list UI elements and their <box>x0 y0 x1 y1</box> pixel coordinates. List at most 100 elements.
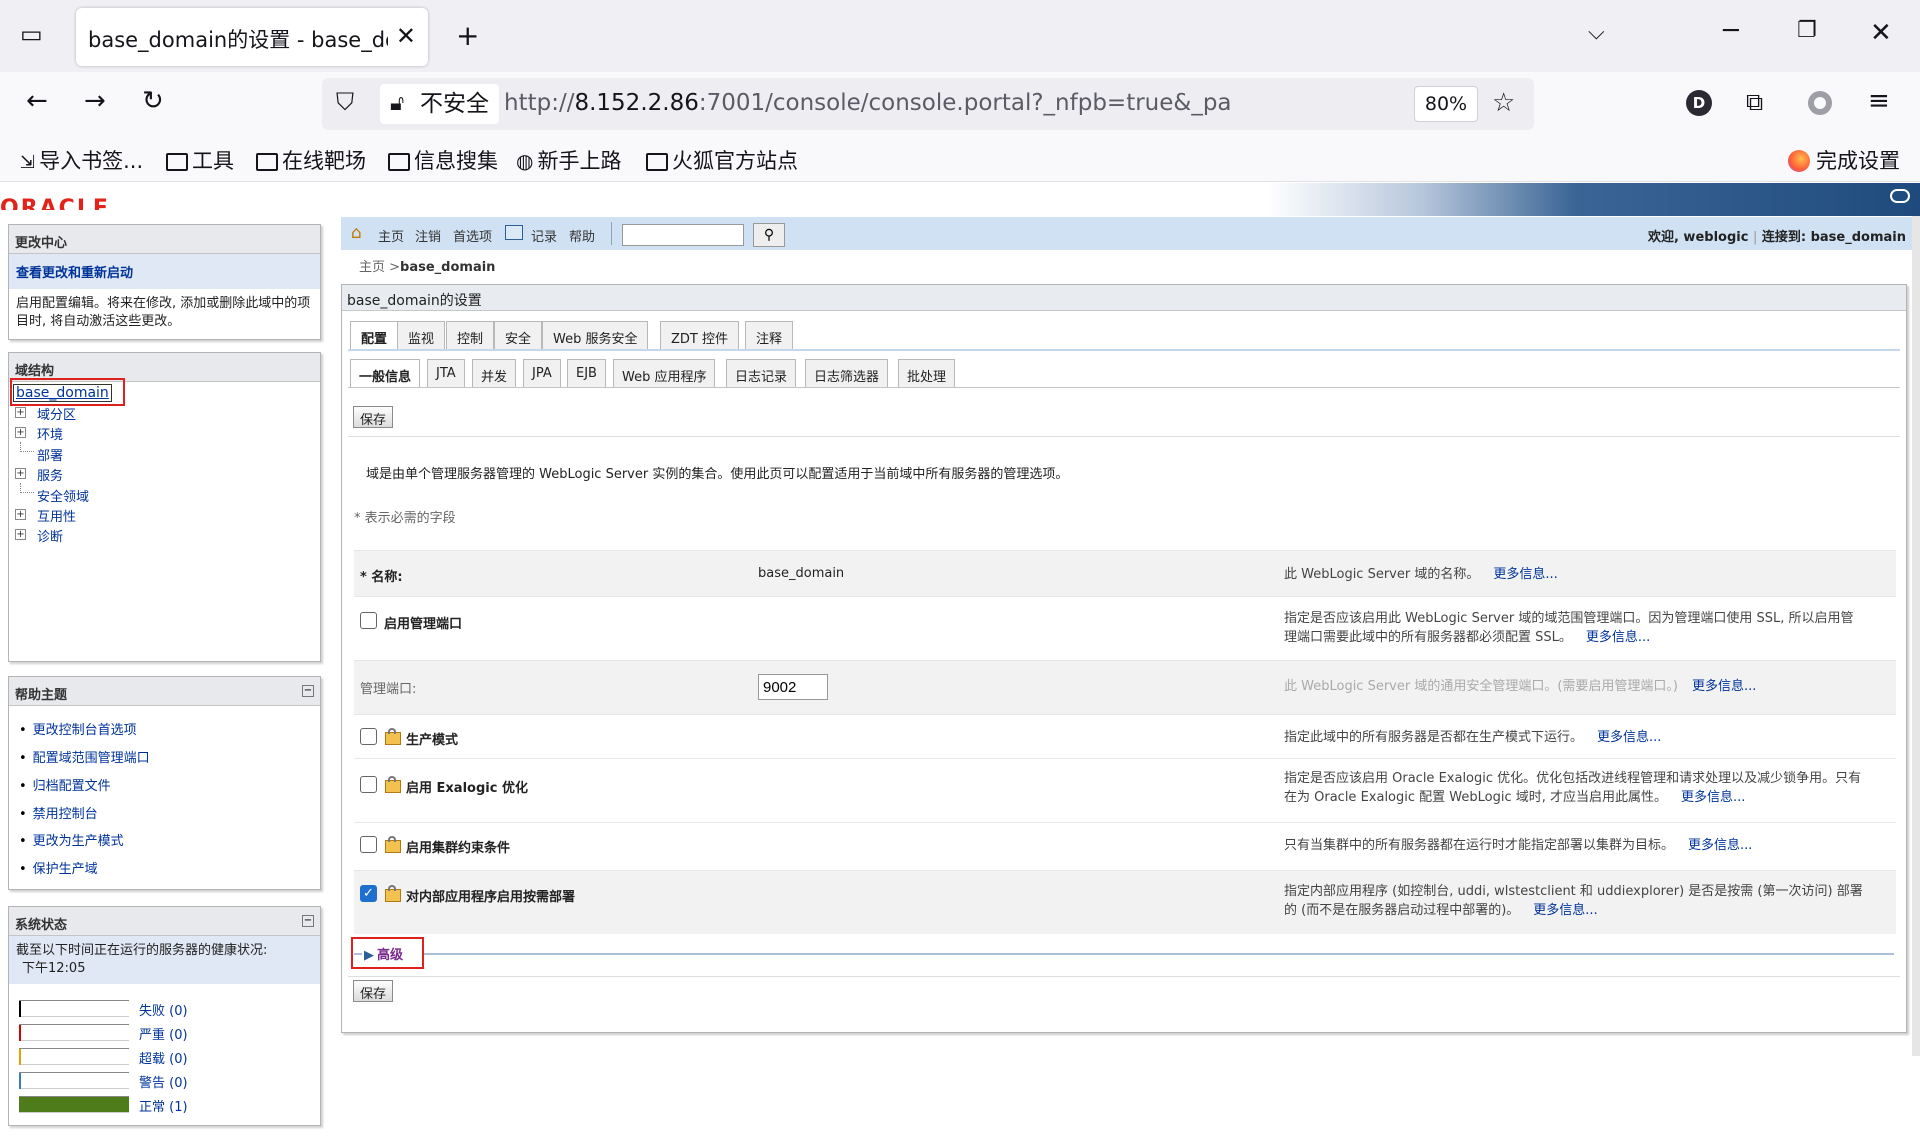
url-bar[interactable]: ⛉ 🔓︎ 不安全 http://8.152.2.86:7001/console/… <box>322 78 1534 130</box>
tree-item-interoperability[interactable]: 互用性 <box>37 506 76 525</box>
more-info-link[interactable]: 更多信息... <box>1692 679 1756 694</box>
close-window-icon[interactable]: ✕ <box>1870 20 1892 46</box>
account-icon[interactable] <box>1808 91 1832 115</box>
tab-zdt-control[interactable]: ZDT 控件 <box>660 321 739 349</box>
toolbar-preferences[interactable]: 首选项 <box>453 226 492 245</box>
tree-item-environment[interactable]: 环境 <box>37 424 63 443</box>
toolbar-record[interactable]: 记录 <box>531 226 557 245</box>
subtab-web-applications[interactable]: Web 应用程序 <box>613 359 716 387</box>
admin-port-input[interactable] <box>758 674 828 700</box>
save-button-bottom[interactable]: 保存 <box>353 980 394 1002</box>
tree-item-security-realms[interactable]: 安全领域 <box>37 486 89 505</box>
admin-port-enabled-checkbox[interactable] <box>360 612 377 629</box>
profile-avatar[interactable]: D <box>1686 90 1712 116</box>
save-button-top[interactable]: 保存 <box>353 406 394 428</box>
row-admin-port-enabled: 启用管理端口 指定是否应该启用此 WebLogic Server 域的域范围管理… <box>354 596 1896 660</box>
toolbar-help[interactable]: 帮助 <box>569 226 595 245</box>
subtab-batch[interactable]: 批处理 <box>898 359 956 387</box>
health-label-overloaded[interactable]: 超载 (0) <box>139 1048 188 1067</box>
url-text[interactable]: http://8.152.2.86:7001/console/console.p… <box>504 90 1232 116</box>
restore-icon[interactable]: ❐ <box>1797 20 1817 42</box>
forward-icon[interactable]: → <box>84 88 106 114</box>
app-menu-icon[interactable]: ≡ <box>1868 88 1890 114</box>
reload-icon[interactable]: ↻ <box>142 88 164 114</box>
minimize-icon[interactable]: ─ <box>1723 18 1739 44</box>
subtab-logging[interactable]: 日志记录 <box>726 359 797 387</box>
subtab-jpa[interactable]: JPA <box>523 359 561 387</box>
expand-icon[interactable]: + <box>15 407 26 418</box>
record-icon[interactable] <box>505 225 523 240</box>
tab-monitoring[interactable]: 监视 <box>397 321 446 349</box>
tree-item-partitions[interactable]: 域分区 <box>37 404 76 423</box>
health-bar-overloaded <box>19 1048 129 1065</box>
collapse-icon[interactable]: − <box>302 685 314 697</box>
finish-setup[interactable]: 完成设置 <box>1788 145 1900 175</box>
exalogic-checkbox[interactable] <box>360 776 377 793</box>
banner-help-icon[interactable] <box>1890 189 1910 203</box>
more-info-link[interactable]: 更多信息... <box>1493 567 1557 582</box>
tab-list-chevron-icon[interactable]: ⌵ <box>1588 22 1605 44</box>
help-topics-panel: 帮助主题− 更改控制台首选项 配置域范围管理端口 归档配置文件 禁用控制台 更改… <box>8 676 321 890</box>
toolbar-logout[interactable]: 注销 <box>415 226 441 245</box>
browser-tab-active[interactable]: base_domain的设置 - base_domain - WebLogic … <box>76 8 428 66</box>
tree-item-deployments[interactable]: 部署 <box>37 445 63 464</box>
subtab-ejb[interactable]: EJB <box>567 359 606 387</box>
tab-web-service-security[interactable]: Web 服务安全 <box>542 321 649 349</box>
subtab-jta[interactable]: JTA <box>427 359 465 387</box>
more-info-link[interactable]: 更多信息... <box>1681 790 1745 805</box>
extensions-icon[interactable]: ⧉ <box>1746 90 1763 114</box>
tree-item-diagnostics[interactable]: 诊断 <box>37 526 63 545</box>
insecure-badge[interactable]: 🔓︎ 不安全 <box>380 84 499 124</box>
more-info-link[interactable]: 更多信息... <box>1597 730 1661 745</box>
health-label-critical[interactable]: 严重 (0) <box>139 1024 188 1043</box>
health-label-failed[interactable]: 失败 (0) <box>139 1000 188 1019</box>
help-item-admin-port[interactable]: 配置域范围管理端口 <box>19 747 150 766</box>
expand-icon[interactable]: + <box>15 529 26 540</box>
shield-icon[interactable]: ⛉ <box>336 90 354 114</box>
breadcrumb-home[interactable]: 主页 > <box>359 260 400 275</box>
view-changes-restarts-link[interactable]: 查看更改和重新启动 <box>9 254 320 289</box>
new-tab-icon[interactable]: + <box>456 22 479 50</box>
production-mode-checkbox[interactable] <box>360 728 377 745</box>
cluster-constraints-checkbox[interactable] <box>360 836 377 853</box>
help-item-disable-console[interactable]: 禁用控制台 <box>19 803 98 822</box>
bookmark-import[interactable]: ⇲ 导入书签... <box>20 145 143 175</box>
bookmark-firefox-sites[interactable]: 火狐官方站点 <box>646 145 798 175</box>
subtab-concurrency[interactable]: 并发 <box>472 359 517 387</box>
bookmark-tools[interactable]: 工具 <box>166 145 234 175</box>
help-item-secure-domain[interactable]: 保护生产域 <box>19 858 98 877</box>
back-icon[interactable]: ← <box>26 88 48 114</box>
health-label-ok[interactable]: 正常 (1) <box>139 1096 188 1115</box>
expand-icon[interactable]: + <box>15 468 26 479</box>
expand-icon[interactable]: + <box>15 509 26 520</box>
tab-notes[interactable]: 注释 <box>745 321 794 349</box>
help-item-console-prefs[interactable]: 更改控制台首选项 <box>19 719 137 738</box>
subtab-general[interactable]: 一般信息 <box>350 359 421 387</box>
tree-item-services[interactable]: 服务 <box>37 465 63 484</box>
tab-configuration[interactable]: 配置 <box>350 321 399 351</box>
bookmark-getting-started[interactable]: ◍ 新手上路 <box>516 145 621 175</box>
expand-icon[interactable]: + <box>15 427 26 438</box>
search-icon[interactable]: ⚲ <box>753 223 785 247</box>
more-info-link[interactable]: 更多信息... <box>1586 630 1650 645</box>
page-scrollbar[interactable] <box>1912 216 1920 1056</box>
health-label-warning[interactable]: 警告 (0) <box>139 1072 188 1091</box>
more-info-link[interactable]: 更多信息... <box>1533 903 1597 918</box>
on-demand-deploy-checkbox[interactable]: ✓ <box>360 885 377 902</box>
toolbar-home[interactable]: 主页 <box>378 226 404 245</box>
subtab-log-filters[interactable]: 日志筛选器 <box>805 359 889 387</box>
tab-close-icon[interactable]: ✕ <box>396 22 416 50</box>
help-item-archive-config[interactable]: 归档配置文件 <box>19 775 111 794</box>
bookmark-online-range[interactable]: 在线靶场 <box>256 145 366 175</box>
tab-control[interactable]: 控制 <box>446 321 495 349</box>
tab-security[interactable]: 安全 <box>494 321 543 349</box>
home-icon[interactable]: ⌂ <box>351 223 362 243</box>
zoom-indicator[interactable]: 80% <box>1414 86 1478 122</box>
collapse-icon[interactable]: − <box>302 915 314 927</box>
help-item-production-mode[interactable]: 更改为生产模式 <box>19 830 124 849</box>
bookmark-info-gathering[interactable]: 信息搜集 <box>388 145 498 175</box>
toolbar-search-input[interactable] <box>622 224 744 246</box>
tab-overview-icon[interactable]: ▭ <box>20 22 43 46</box>
more-info-link[interactable]: 更多信息... <box>1688 838 1752 853</box>
bookmark-star-icon[interactable]: ☆ <box>1492 90 1515 116</box>
